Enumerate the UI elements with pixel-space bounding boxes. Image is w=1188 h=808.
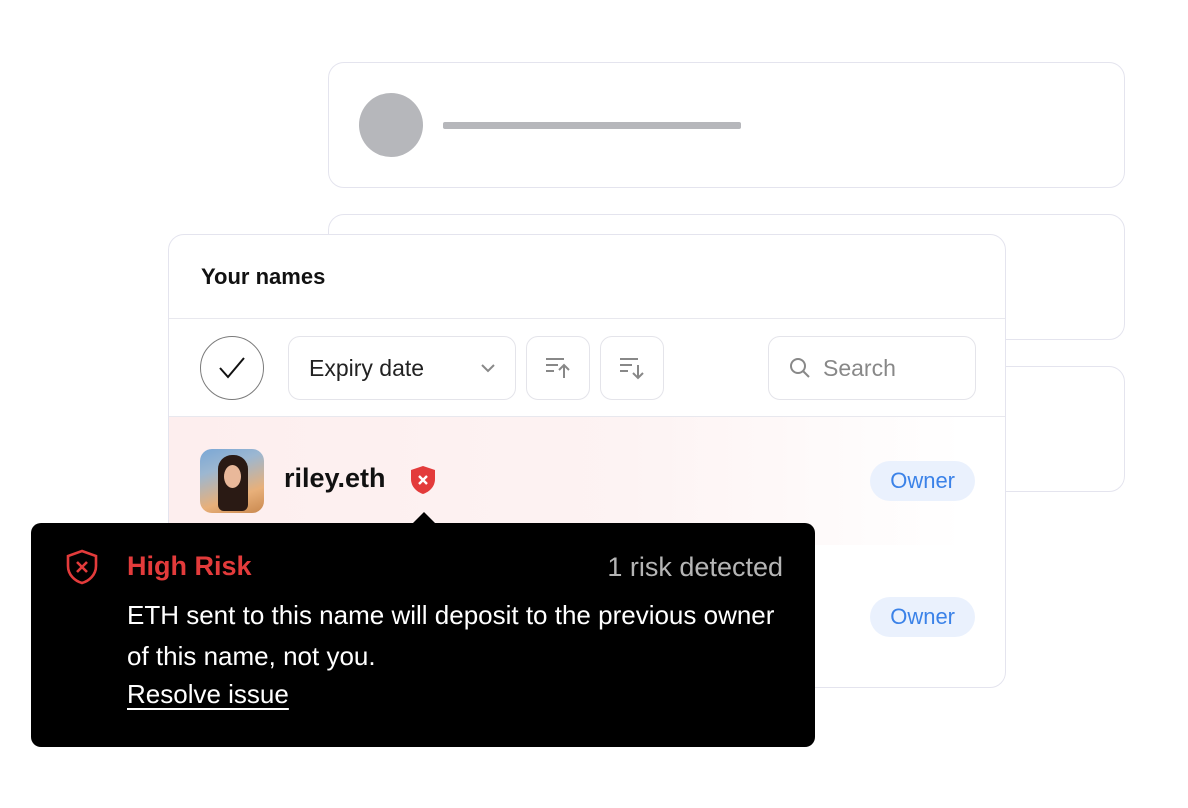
search-icon	[790, 358, 810, 378]
name-label: riley.eth	[284, 463, 386, 493]
shield-x-icon	[65, 549, 99, 590]
sort-ascending-button[interactable]	[526, 336, 590, 400]
avatar	[200, 449, 264, 513]
sort-select-label: Expiry date	[309, 354, 425, 381]
tooltip-body: ETH sent to this name will deposit to th…	[127, 600, 775, 671]
sort-ascending-icon	[546, 358, 570, 378]
card-title: Your names	[201, 263, 326, 289]
search-placeholder: Search	[823, 354, 896, 381]
owner-tag: Owner	[870, 597, 975, 637]
owner-tag: Owner	[870, 461, 975, 501]
risk-count: 1 risk detected	[607, 552, 783, 582]
tooltip-title: High Risk	[127, 551, 252, 581]
skeleton-avatar	[359, 93, 423, 157]
high-risk-shield-icon[interactable]	[409, 465, 437, 500]
skeleton-card	[328, 62, 1125, 188]
check-icon	[219, 357, 245, 379]
chevron-down-icon	[481, 364, 495, 373]
resolve-issue-link[interactable]: Resolve issue	[127, 679, 289, 710]
skeleton-line	[443, 122, 741, 129]
card-header: Your names	[169, 235, 1005, 319]
select-all-button[interactable]	[200, 336, 264, 400]
sort-descending-icon	[620, 358, 644, 380]
risk-tooltip: High Risk 1 risk detected ETH sent to th…	[31, 523, 815, 747]
sort-select[interactable]: Expiry date	[288, 336, 516, 400]
toolbar: Expiry date Search	[169, 319, 1005, 417]
search-input[interactable]: Search	[768, 336, 976, 400]
sort-descending-button[interactable]	[600, 336, 664, 400]
